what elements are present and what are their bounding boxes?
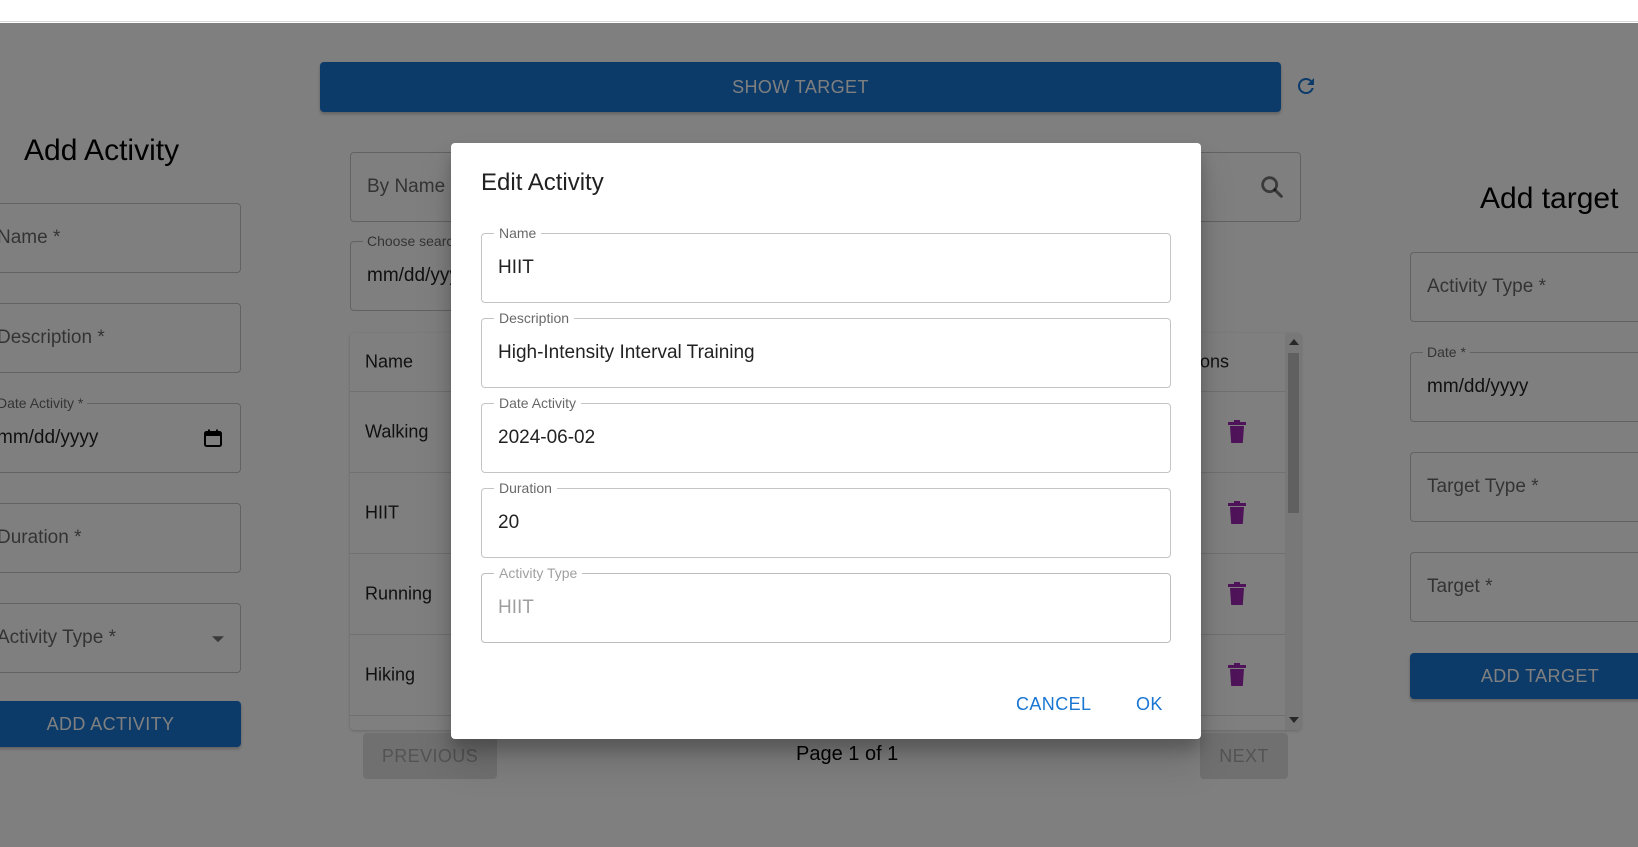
dialog-activity-type-field: Activity Type HIIT (481, 565, 1171, 643)
dialog-name-label: Name (494, 225, 542, 241)
dialog-duration-label: Duration (494, 480, 557, 496)
dialog-activity-type-label: Activity Type (494, 565, 583, 581)
dialog-duration-value: 20 (498, 512, 520, 533)
dialog-date-field[interactable]: Date Activity 2024-06-02 (481, 395, 1171, 473)
dialog-date-label: Date Activity (494, 395, 582, 411)
cancel-button[interactable]: CANCEL (1016, 694, 1091, 715)
edit-activity-dialog: Edit Activity Name HIIT Description High… (451, 143, 1201, 739)
ok-button[interactable]: OK (1136, 694, 1163, 715)
dialog-activity-type-value: HIIT (498, 597, 534, 618)
dialog-title: Edit Activity (481, 169, 604, 196)
page: Add Activity Name * Description * Date A… (0, 0, 1638, 847)
dialog-duration-field[interactable]: Duration 20 (481, 480, 1171, 558)
dialog-date-value: 2024-06-02 (498, 427, 596, 448)
dialog-description-value: High-Intensity Interval Training (498, 342, 755, 363)
browser-top-bar (0, 0, 1638, 22)
dialog-description-field[interactable]: Description High-Intensity Interval Trai… (481, 310, 1171, 388)
dialog-name-field[interactable]: Name HIIT (481, 225, 1171, 303)
dialog-description-label: Description (494, 310, 575, 326)
dialog-name-value: HIIT (498, 257, 534, 278)
